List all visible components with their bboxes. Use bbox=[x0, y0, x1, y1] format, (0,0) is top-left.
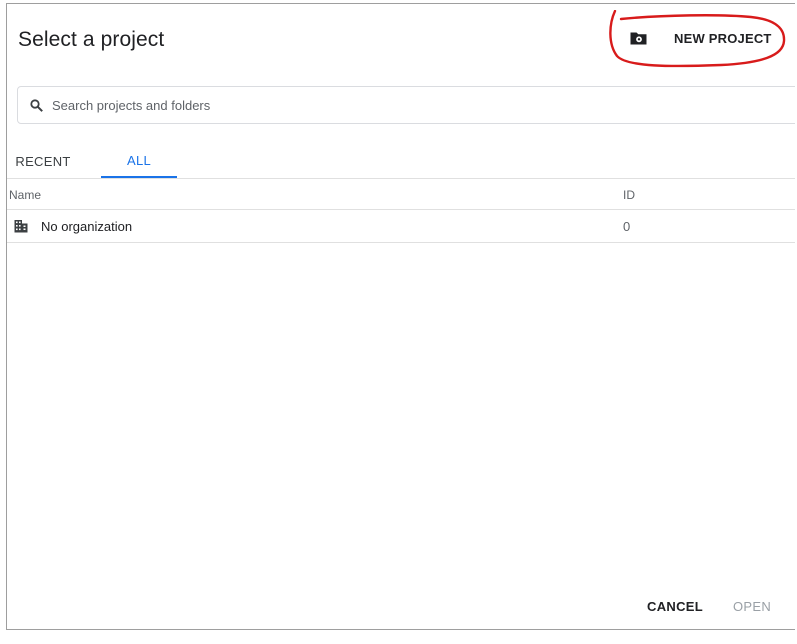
table-header: Name ID bbox=[7, 180, 795, 210]
row-name: No organization bbox=[41, 219, 133, 234]
folder-settings-icon bbox=[630, 32, 647, 45]
dialog-title: Select a project bbox=[18, 28, 165, 51]
tab-all[interactable]: ALL bbox=[101, 144, 177, 178]
search-icon bbox=[30, 98, 43, 112]
open-button[interactable]: OPEN bbox=[733, 594, 771, 618]
column-header-id: ID bbox=[623, 188, 635, 202]
select-project-dialog: Select a project NEW PROJECT RECENT ALL … bbox=[6, 3, 795, 630]
new-project-button[interactable]: NEW PROJECT bbox=[619, 18, 789, 58]
column-header-name: Name bbox=[9, 188, 42, 202]
tab-recent[interactable]: RECENT bbox=[9, 144, 77, 178]
organization-icon bbox=[14, 220, 28, 233]
search-input[interactable] bbox=[50, 96, 654, 114]
tab-bar: RECENT ALL bbox=[7, 144, 795, 179]
new-project-label: NEW PROJECT bbox=[674, 30, 772, 46]
table-row[interactable]: No organization 0 bbox=[7, 210, 795, 243]
search-field[interactable] bbox=[17, 86, 795, 124]
row-id: 0 bbox=[623, 219, 631, 234]
cancel-button[interactable]: CANCEL bbox=[647, 594, 703, 618]
